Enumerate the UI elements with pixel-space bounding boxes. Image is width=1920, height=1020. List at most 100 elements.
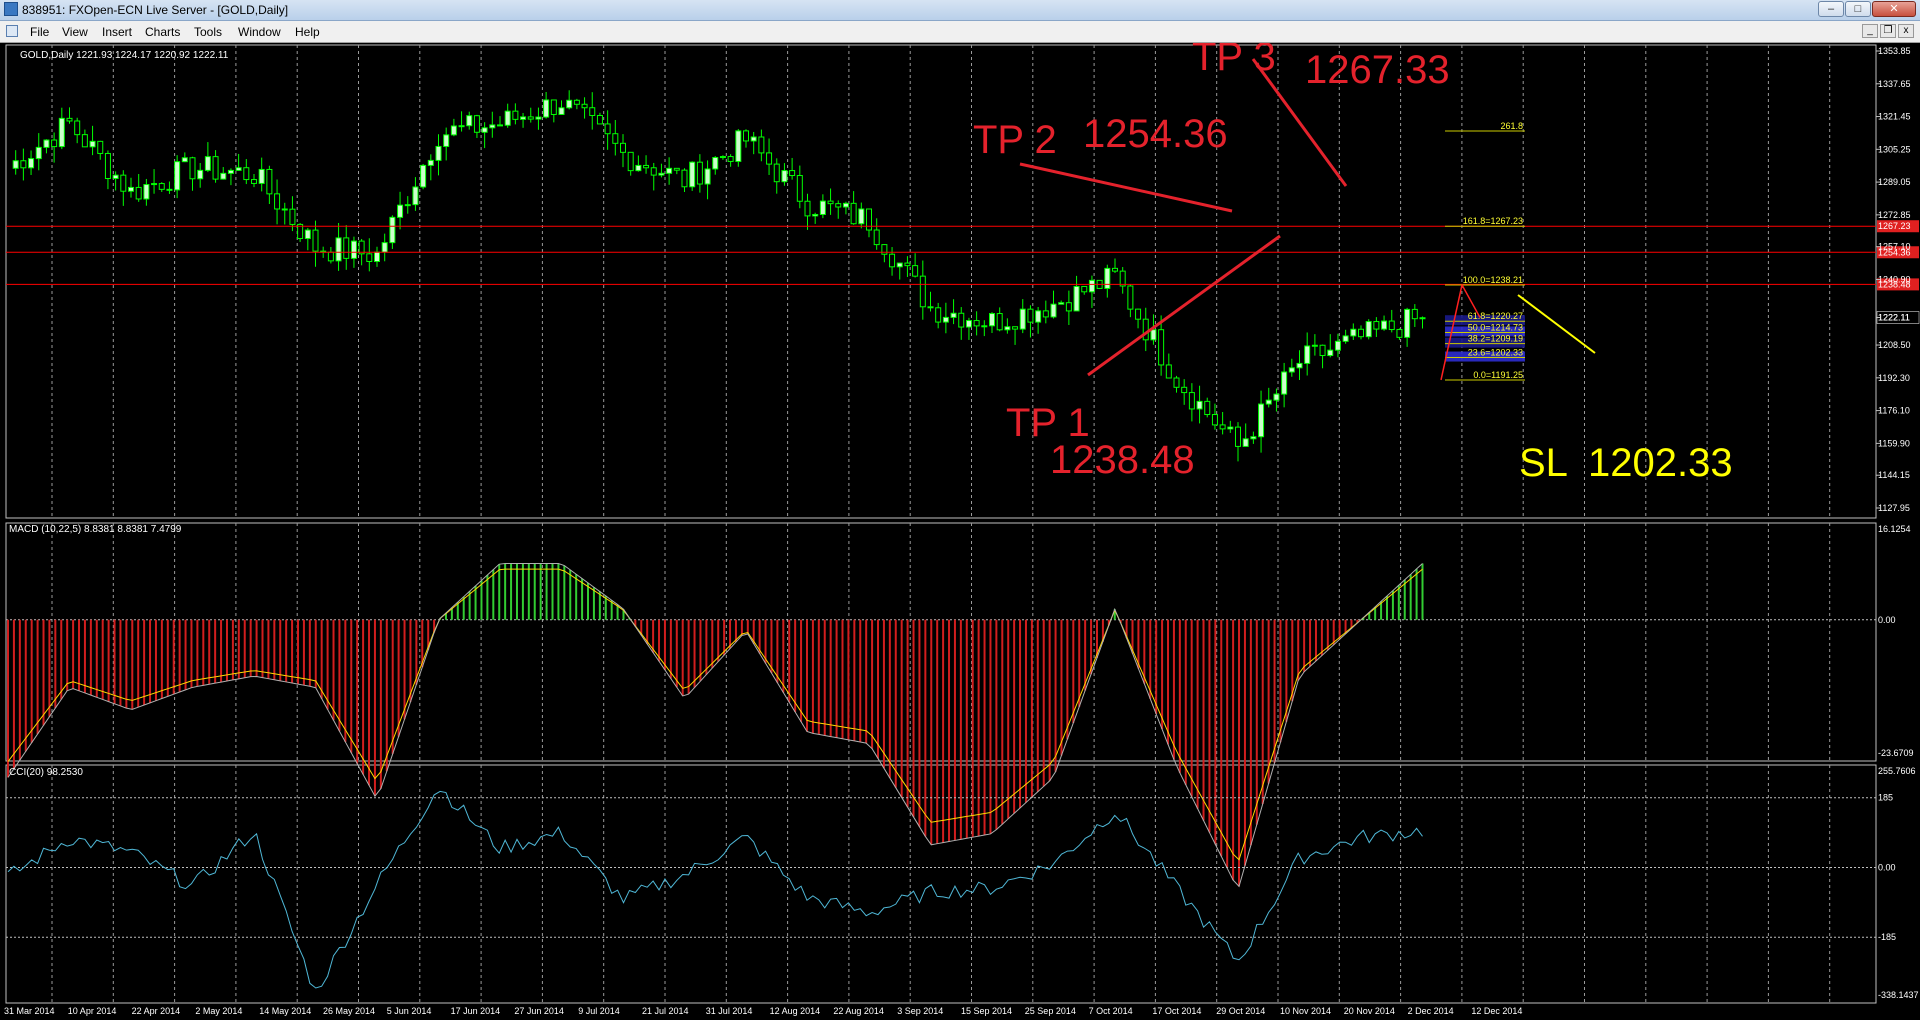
mdi-minimize-button[interactable]: _	[1862, 24, 1878, 38]
price-axis-label: 1240.90	[1878, 275, 1911, 285]
bear-candle	[673, 167, 680, 171]
bull-candle	[489, 124, 496, 129]
bear-candle	[696, 161, 703, 185]
bull-candle	[666, 167, 673, 174]
bear-candle	[1135, 308, 1142, 320]
cci-axis-label: 255.7606	[1878, 766, 1916, 776]
bear-candle	[889, 253, 896, 268]
bear-candle	[589, 107, 596, 116]
maximize-button[interactable]: □	[1845, 1, 1871, 17]
menu-tools[interactable]: Tools	[194, 25, 222, 39]
bull-candle	[543, 99, 550, 118]
menu-charts[interactable]: Charts	[145, 25, 180, 39]
document-icon[interactable]	[6, 25, 18, 37]
menu-bar: File View Insert Charts Tools Window Hel…	[0, 21, 1920, 43]
bear-candle	[1235, 426, 1241, 447]
price-marker-label: 1267.23	[1878, 221, 1911, 231]
bull-candle	[1288, 367, 1295, 373]
mdi-restore-button[interactable]: ❐	[1880, 24, 1896, 38]
tp2-label: TP 2	[973, 118, 1057, 162]
bull-candle	[735, 130, 742, 162]
date-axis-label: 9 Jul 2014	[578, 1006, 620, 1016]
bull-candle	[1296, 362, 1303, 369]
menu-help[interactable]: Help	[295, 25, 320, 39]
bull-candle	[1365, 321, 1372, 338]
bull-candle	[128, 186, 134, 192]
date-axis-label: 7 Oct 2014	[1089, 1006, 1133, 1016]
fib-label: 23.6=1202.33	[1468, 348, 1523, 358]
bull-candle	[43, 139, 50, 148]
date-axis-label: 3 Sep 2014	[897, 1006, 943, 1016]
bear-candle	[274, 193, 281, 210]
price-axis-label: 1289.05	[1878, 177, 1911, 187]
bear-candle	[1373, 321, 1380, 330]
bear-candle	[773, 163, 780, 183]
date-axis-label: 2 May 2014	[195, 1006, 242, 1016]
bear-candle	[873, 229, 880, 246]
minimize-button[interactable]: –	[1818, 1, 1844, 17]
bear-candle	[1012, 326, 1019, 330]
bear-candle	[158, 183, 165, 190]
bear-candle	[627, 151, 634, 172]
bear-candle	[727, 156, 734, 162]
bear-candle	[789, 170, 796, 177]
bear-candle	[881, 244, 888, 255]
bear-candle	[312, 229, 319, 252]
bull-candle	[35, 146, 42, 160]
price-axis-label: 1176.10	[1878, 406, 1910, 416]
chart-background	[0, 43, 1920, 1020]
bull-candle	[1273, 393, 1280, 401]
bull-candle	[950, 312, 957, 318]
bull-candle	[1327, 349, 1334, 357]
date-axis-label: 27 Jun 2014	[514, 1006, 564, 1016]
bull-candle	[896, 262, 903, 268]
close-button[interactable]: ✕	[1872, 1, 1916, 17]
bear-candle	[650, 167, 657, 176]
bull-candle	[989, 313, 995, 327]
bear-candle	[919, 275, 926, 308]
bear-candle	[996, 313, 1003, 331]
chart-window[interactable]: 1267.23 1254.36 1238.48 1222.11 261.8 161.8=…	[0, 43, 1920, 1020]
bull-candle	[1088, 279, 1095, 293]
price-axis-label: 1257.10	[1878, 242, 1911, 252]
bull-candle	[1150, 329, 1157, 341]
bear-candle	[1142, 318, 1149, 341]
bull-candle	[858, 208, 865, 225]
bull-candle	[1342, 335, 1349, 342]
bull-candle	[704, 168, 711, 185]
bear-candle	[343, 237, 350, 259]
date-axis-label: 12 Dec 2014	[1471, 1006, 1522, 1016]
sl-label: SL	[1519, 441, 1568, 485]
bear-candle	[1211, 414, 1218, 426]
bear-candle	[796, 175, 803, 202]
bull-candle	[504, 110, 511, 126]
bull-candle	[812, 213, 819, 217]
date-axis-label: 26 May 2014	[323, 1006, 375, 1016]
bull-candle	[981, 325, 988, 328]
menu-file[interactable]: File	[30, 25, 49, 39]
date-axis-label: 31 Jul 2014	[706, 1006, 753, 1016]
bear-candle	[527, 116, 534, 120]
bull-candle	[1019, 308, 1026, 330]
bear-candle	[512, 110, 519, 120]
bear-candle	[266, 168, 273, 195]
bull-candle	[658, 172, 665, 176]
bear-candle	[850, 202, 857, 225]
menu-window[interactable]: Window	[238, 25, 281, 39]
sl-value: 1202.33	[1588, 441, 1733, 485]
bull-candle	[374, 251, 380, 262]
cci-axis-label: 0.00	[1878, 862, 1896, 872]
mdi-close-button[interactable]: x	[1898, 24, 1914, 38]
fib-label: 100.0=1238.21	[1463, 275, 1523, 285]
bull-candle	[1104, 267, 1111, 289]
fib-label: 261.8	[1500, 121, 1523, 131]
menu-insert[interactable]: Insert	[102, 25, 132, 39]
menu-view[interactable]: View	[62, 25, 88, 39]
price-axis-label: 1159.90	[1878, 438, 1910, 448]
bull-candle	[1073, 285, 1080, 312]
bull-candle	[404, 204, 411, 207]
cci-header: CCI(20) 98.2530	[9, 767, 83, 778]
bear-candle	[135, 186, 142, 200]
bear-candle	[1127, 285, 1134, 310]
macd-axis-label: -23.6709	[1878, 748, 1914, 758]
